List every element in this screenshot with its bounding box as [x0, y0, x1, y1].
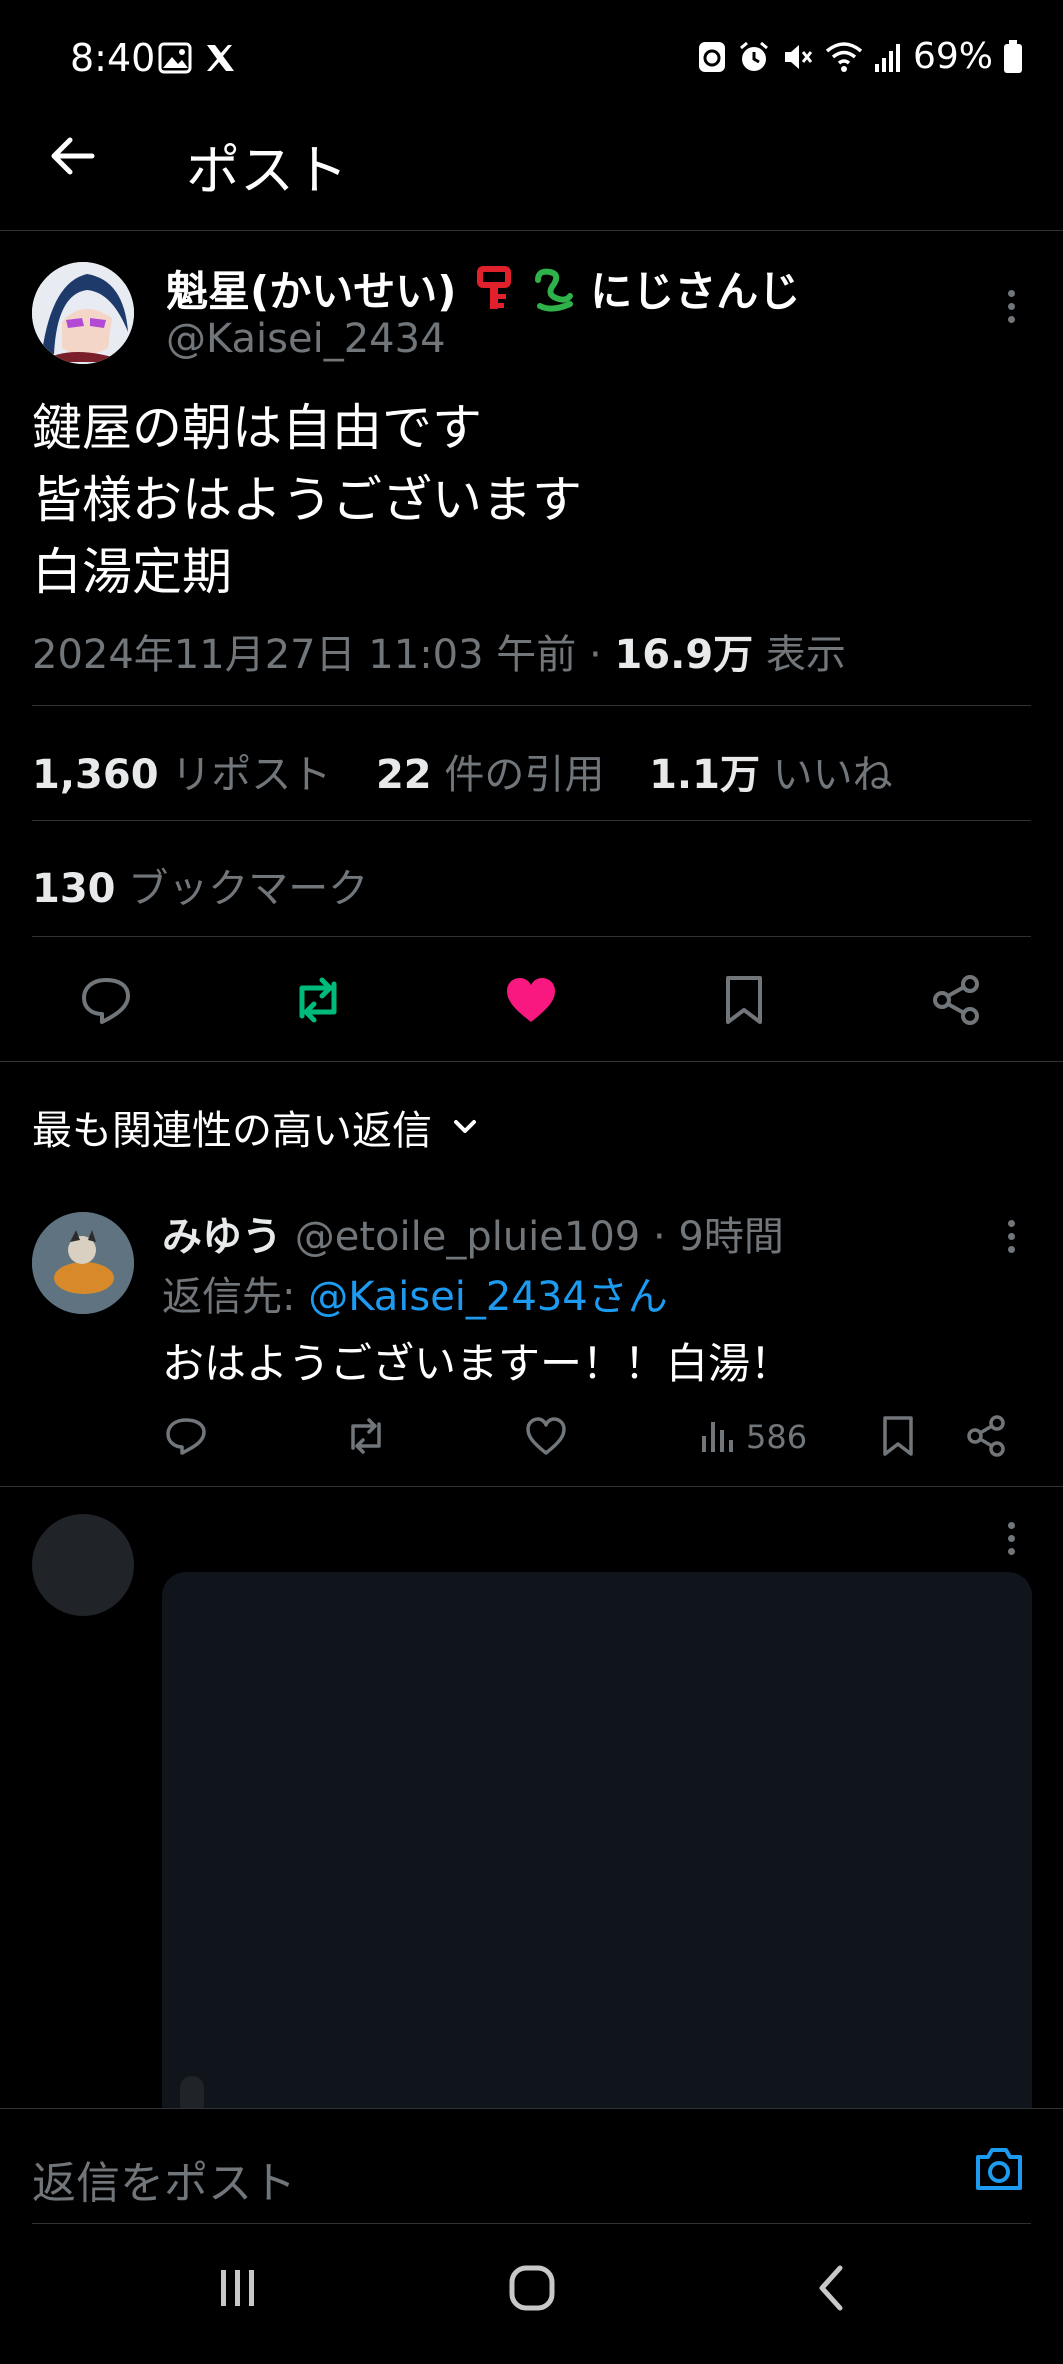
like-icon[interactable]: [503, 972, 559, 1028]
snake-emoji-icon: [530, 266, 576, 312]
bookmarks-stat[interactable]: 130 ブックマーク: [32, 856, 368, 914]
reply-composer[interactable]: 返信をポスト: [0, 2108, 1063, 2227]
divider: [0, 1486, 1063, 1487]
reply-time: 9時間: [678, 1214, 784, 1260]
reply-header: みゆう @etoile_pluie109 · 9時間: [162, 1214, 784, 1260]
reply-actions: 586: [0, 1404, 1063, 1484]
reply-to-line: 返信先: @Kaisei_2434さん: [162, 1274, 668, 1320]
post-text: 鍵屋の朝は自由です 皆様おはようございます 白湯定期: [32, 399, 582, 601]
alarm-icon: [740, 41, 768, 71]
reply-reply-icon[interactable]: [164, 1414, 208, 1458]
reply-icon[interactable]: [78, 972, 134, 1028]
mute-icon: [784, 44, 813, 69]
post-date: 2024年11月27日 11:03 午前: [32, 632, 577, 678]
reply-avatar-placeholder: [32, 1514, 134, 1616]
divider: [32, 2223, 1031, 2224]
reply-input[interactable]: 返信をポスト: [32, 2147, 296, 2211]
views-label: 表示: [765, 632, 846, 678]
author-affiliation: にじさんじ: [590, 267, 801, 316]
bookmark-icon[interactable]: [716, 972, 772, 1028]
author-name[interactable]: 魁星(かいせい) にじさんじ: [166, 258, 800, 319]
post-meta: 2024年11月27日 11:03 午前 · 16.9万 表示: [32, 632, 846, 678]
repost-icon[interactable]: [290, 972, 346, 1028]
reply-more-options-icon[interactable]: [1006, 1220, 1016, 1259]
author-handle[interactable]: @Kaisei_2434: [166, 316, 446, 362]
recent-apps-icon[interactable]: [216, 2266, 260, 2310]
post-actions: [0, 948, 1063, 1048]
divider: [32, 705, 1031, 706]
battery-icon: [1004, 39, 1022, 73]
wifi-icon: [825, 41, 863, 72]
reposts-stat[interactable]: 1,360 リポスト: [32, 752, 331, 798]
author-display-name: 魁星(かいせい): [166, 267, 457, 316]
share-icon[interactable]: [928, 972, 984, 1028]
reply-sort-dropdown[interactable]: 最も関連性の高い返信: [32, 1098, 480, 1156]
x-logo-icon: [204, 42, 236, 74]
likes-stat[interactable]: 1.1万 いいね: [649, 752, 893, 798]
system-navigation-bar: [0, 2226, 1063, 2364]
camera-icon[interactable]: [972, 2145, 1026, 2193]
reply-text: おはようございますー！！白湯！: [162, 1339, 793, 1388]
reply-like-icon[interactable]: [524, 1414, 568, 1458]
gallery-icon: [158, 42, 192, 74]
page-title: ポスト: [186, 139, 348, 202]
signal-icon: [874, 43, 900, 72]
battery-percent: 69%: [912, 36, 993, 77]
reply-avatar[interactable]: [32, 1212, 134, 1314]
reply-bookmark-icon[interactable]: [876, 1414, 920, 1458]
reply-repost-icon[interactable]: [344, 1414, 388, 1458]
sync-icon: [698, 41, 725, 72]
views-count: 16.9万: [614, 632, 754, 678]
reply-to-link[interactable]: @Kaisei_2434さん: [308, 1274, 668, 1320]
reply-share-icon[interactable]: [964, 1414, 1008, 1458]
header-divider: [0, 230, 1063, 231]
reply-views-icon[interactable]: [700, 1414, 736, 1458]
system-back-icon[interactable]: [812, 2264, 852, 2312]
key-emoji-icon: [477, 266, 512, 312]
reply-views-count: 586: [746, 1418, 808, 1456]
divider: [32, 936, 1031, 937]
chevron-down-icon: [454, 1120, 476, 1133]
reply-author-handle[interactable]: @etoile_pluie109: [295, 1214, 641, 1260]
divider: [32, 820, 1031, 821]
reply-author-name[interactable]: みゆう: [162, 1214, 282, 1260]
status-time: 8:40: [70, 36, 156, 80]
back-arrow-icon[interactable]: [46, 130, 98, 182]
status-icons: 69%: [697, 36, 1023, 77]
media-placeholder[interactable]: [162, 1572, 1032, 2132]
reply-more-options-icon[interactable]: [1006, 1522, 1016, 1561]
home-icon[interactable]: [508, 2264, 556, 2312]
engagement-stats: 1,360 リポスト 22 件の引用 1.1万 いいね: [32, 742, 893, 800]
more-options-icon[interactable]: [1006, 290, 1016, 329]
author-avatar[interactable]: [32, 262, 134, 364]
reply-sort-label: 最も関連性の高い返信: [32, 1108, 432, 1154]
quotes-stat[interactable]: 22 件の引用: [376, 752, 604, 798]
divider: [0, 1061, 1063, 1062]
